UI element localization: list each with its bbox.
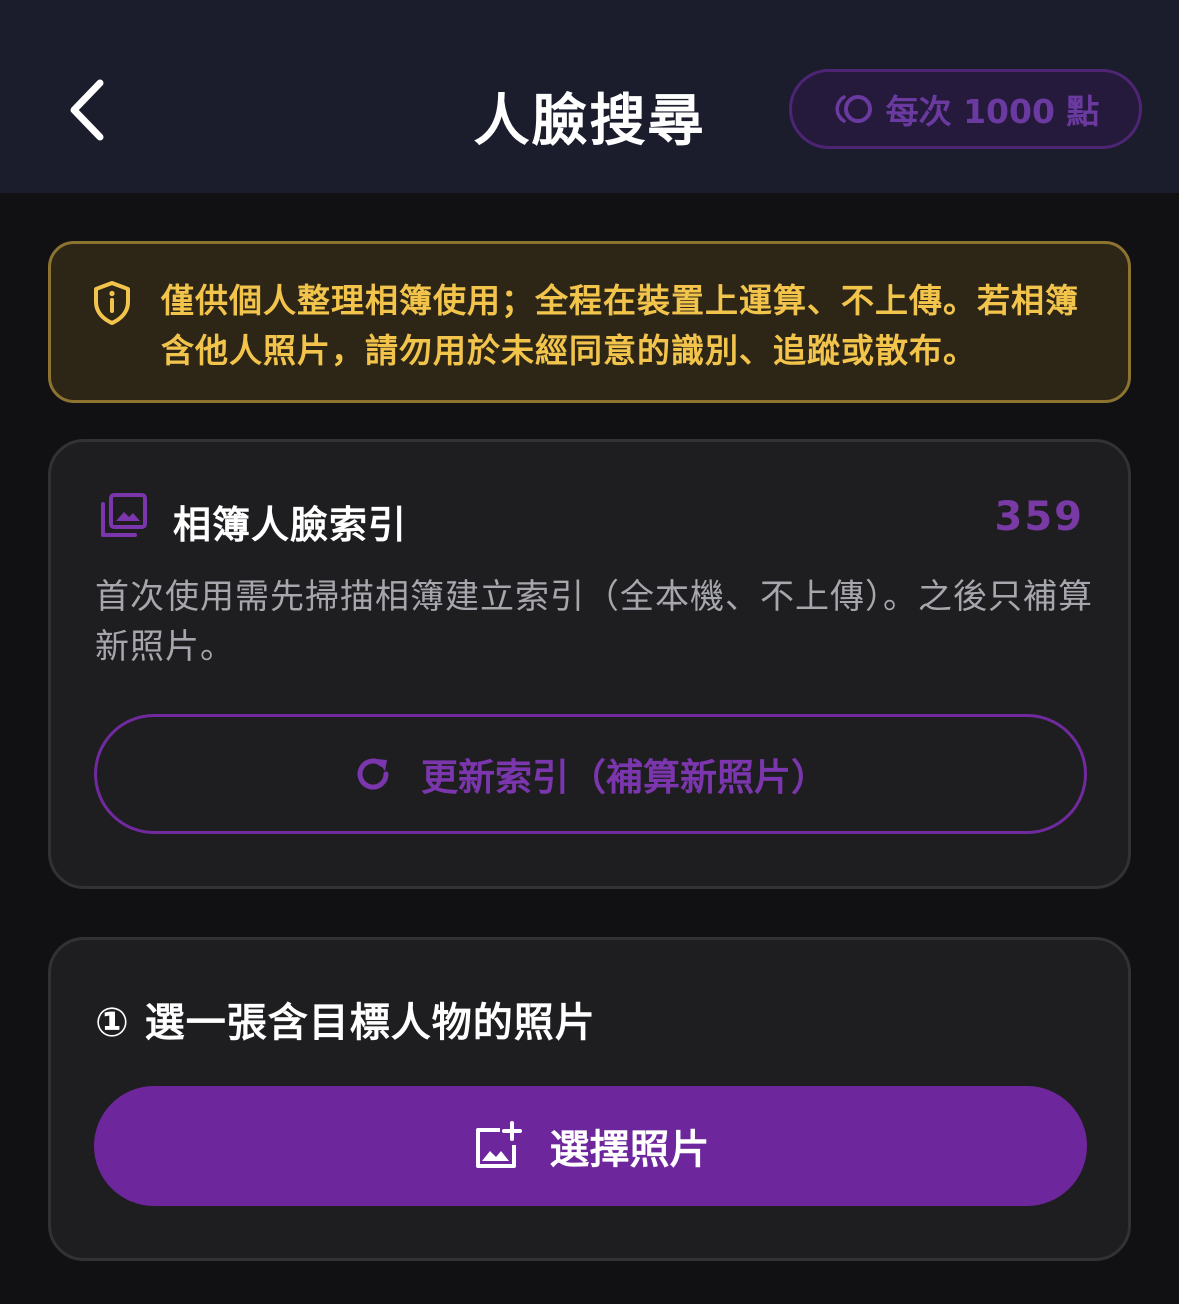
points-cost-badge: 每次 1000 點 xyxy=(789,69,1142,149)
select-photo-label: 選擇照片 xyxy=(549,1127,710,1173)
refresh-icon xyxy=(353,754,393,794)
refresh-index-button[interactable]: 更新索引（補算新照片） xyxy=(94,714,1087,834)
app-header: 人臉搜尋 每次 1000 點 xyxy=(0,0,1179,193)
face-index-count: 359 xyxy=(994,494,1084,540)
privacy-notice-text: 僅供個人整理相簿使用；全程在裝置上運算、不上傳。若相簿含他人照片，請勿用於未經同… xyxy=(161,281,1079,370)
coin-icon xyxy=(832,91,876,127)
add-photo-icon xyxy=(472,1121,524,1171)
face-index-card: 相簿人臉索引 359 首次使用需先掃描相簿建立索引（全本機、不上傳）。之後只補算… xyxy=(48,439,1131,889)
back-button[interactable] xyxy=(52,70,122,150)
chevron-left-icon xyxy=(67,78,107,142)
face-index-title: 相簿人臉索引 xyxy=(173,503,408,547)
privacy-notice: 僅供個人整理相簿使用；全程在裝置上運算、不上傳。若相簿含他人照片，請勿用於未經同… xyxy=(48,241,1131,403)
select-photo-card: ① 選一張含目標人物的照片 選擇照片 xyxy=(48,937,1131,1261)
photo-library-icon xyxy=(97,492,149,540)
refresh-index-label: 更新索引（補算新照片） xyxy=(421,756,828,799)
points-cost-label: 每次 1000 點 xyxy=(885,92,1100,131)
shield-info-icon xyxy=(91,280,133,326)
step-title: ① 選一張含目標人物的照片 xyxy=(95,1000,596,1046)
select-photo-button[interactable]: 選擇照片 xyxy=(94,1086,1087,1206)
face-index-description: 首次使用需先掃描相簿建立索引（全本機、不上傳）。之後只補算新照片。 xyxy=(95,577,1093,667)
